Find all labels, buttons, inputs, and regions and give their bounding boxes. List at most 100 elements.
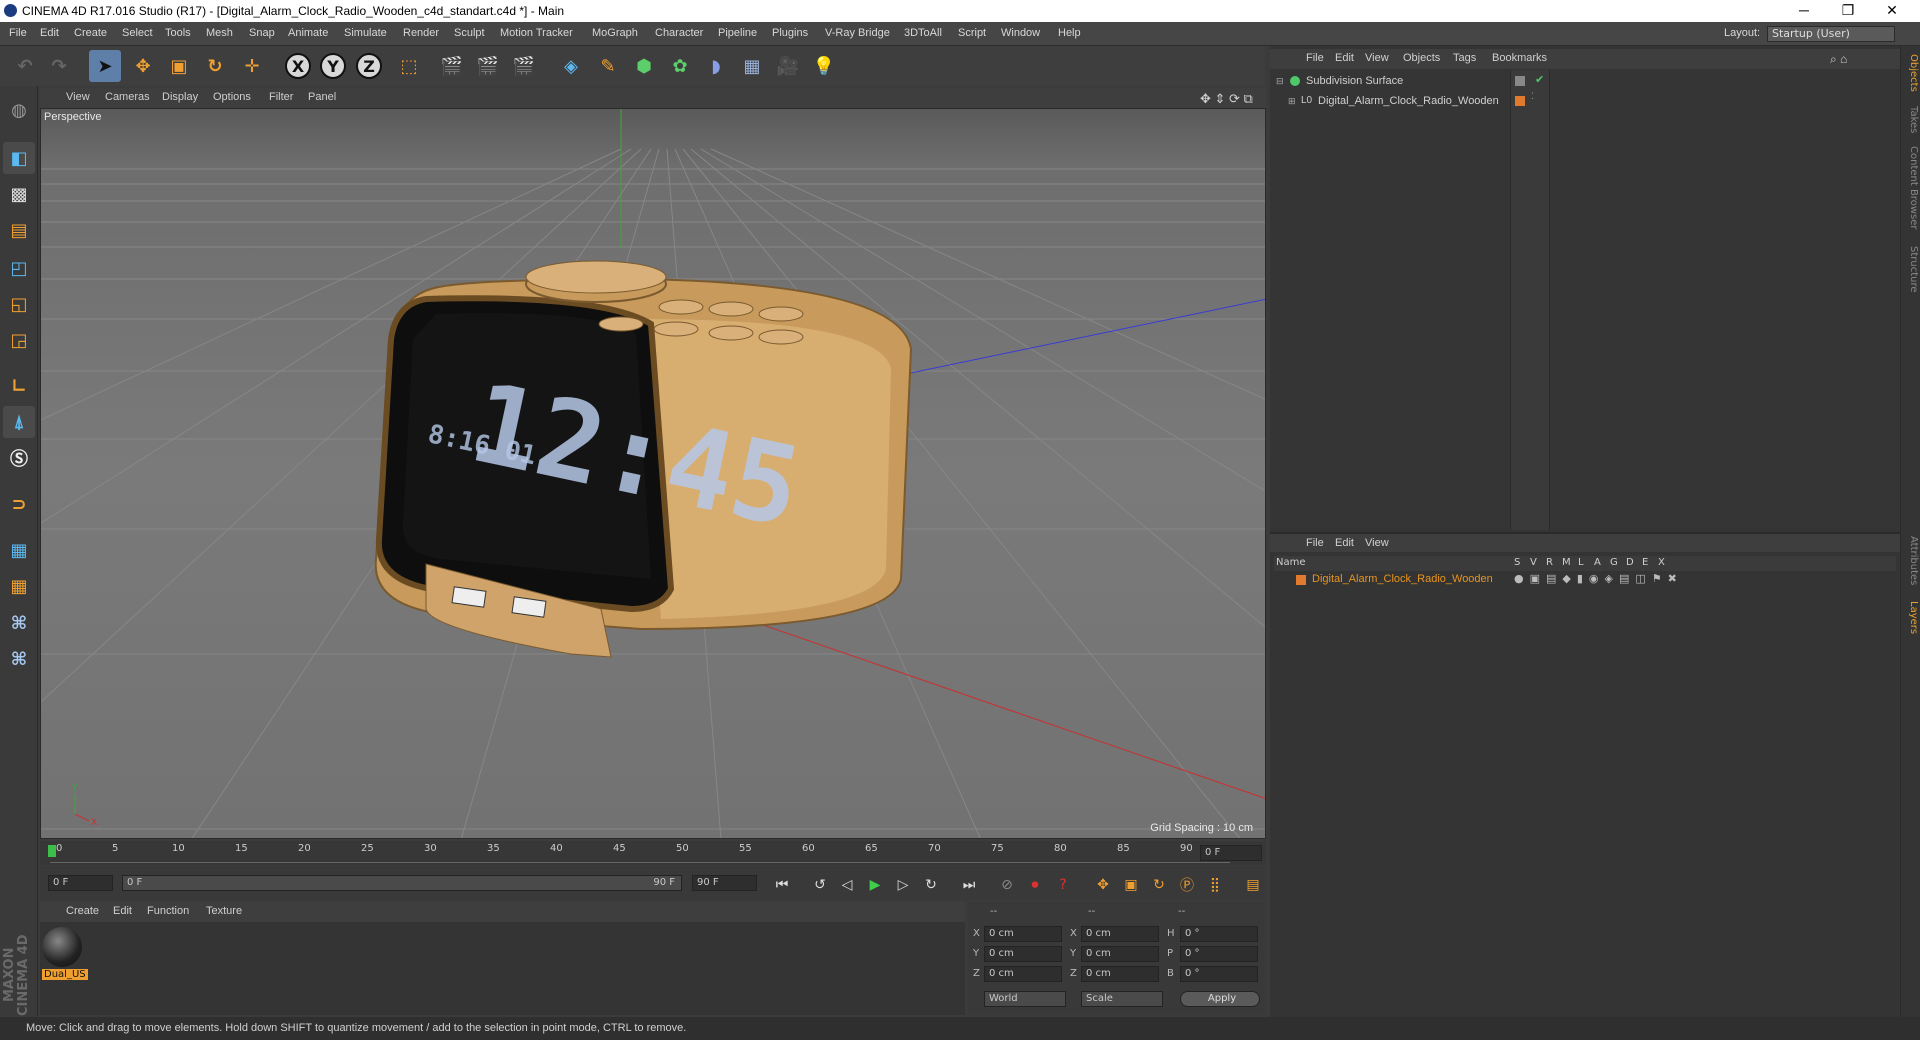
polygons-mode-icon[interactable]: ◲ bbox=[3, 324, 35, 356]
tab-takes[interactable]: Takes bbox=[1903, 106, 1919, 133]
render-picture-viewer-icon[interactable]: 🎬 bbox=[472, 50, 504, 82]
menu-3dtoall[interactable]: 3DToAll bbox=[904, 27, 942, 39]
menu-vray-bridge[interactable]: V-Ray Bridge bbox=[825, 27, 890, 39]
material-menu-texture[interactable]: Texture bbox=[206, 905, 242, 917]
layer-name[interactable]: Digital_Alarm_Clock_Radio_Wooden bbox=[1312, 573, 1493, 585]
maximize-button[interactable]: ❐ bbox=[1826, 0, 1870, 22]
magnet-snap-icon[interactable]: ⊃ bbox=[3, 488, 35, 520]
layer-toggle-icons[interactable]: ●▣▤◆▮◉◈▤◫⚑✖ bbox=[1514, 572, 1683, 585]
render-settings-icon[interactable]: 🎬 bbox=[508, 50, 540, 82]
axis-mode-icon[interactable]: ∟ bbox=[3, 370, 35, 402]
expand-icon[interactable]: ⊞ bbox=[1288, 96, 1296, 107]
material-thumbnail[interactable] bbox=[42, 927, 82, 967]
layout-select[interactable]: Startup (User) bbox=[1767, 26, 1895, 42]
last-tool-icon[interactable]: ✛ bbox=[236, 50, 268, 82]
material-menu-create[interactable]: Create bbox=[66, 905, 99, 917]
material-menu-function[interactable]: Function bbox=[147, 905, 189, 917]
menu-help[interactable]: Help bbox=[1058, 27, 1081, 39]
layer-menu-view[interactable]: View bbox=[1365, 537, 1389, 549]
tab-attributes[interactable]: Attributes bbox=[1903, 536, 1919, 585]
rotate-tool-icon[interactable]: ↻ bbox=[199, 50, 231, 82]
menu-window[interactable]: Window bbox=[1001, 27, 1040, 39]
light-icon[interactable]: 💡 bbox=[808, 50, 840, 82]
python-script-icon[interactable]: ⌘ bbox=[3, 607, 35, 639]
object-menu-bookmarks[interactable]: Bookmarks bbox=[1492, 52, 1547, 64]
menu-snap[interactable]: Snap bbox=[249, 27, 275, 39]
rotation-h-field[interactable]: 0 ° bbox=[1180, 926, 1258, 942]
menu-script[interactable]: Script bbox=[958, 27, 986, 39]
move-tool-icon[interactable]: ✥ bbox=[127, 50, 159, 82]
object-menu-edit[interactable]: Edit bbox=[1335, 52, 1354, 64]
menu-motion-tracker[interactable]: Motion Tracker bbox=[500, 27, 573, 39]
object-menu-tags[interactable]: Tags bbox=[1453, 52, 1476, 64]
collapse-icon[interactable]: ⊟ bbox=[1276, 76, 1284, 87]
undo-icon[interactable]: ↶ bbox=[9, 50, 41, 82]
workplane-lock-icon[interactable]: ▦ bbox=[3, 534, 35, 566]
viewport-menu-display[interactable]: Display bbox=[162, 91, 198, 103]
key-scale-icon[interactable]: ▣ bbox=[1119, 873, 1143, 897]
minimize-button[interactable]: ─ bbox=[1782, 0, 1826, 22]
rotation-p-field[interactable]: 0 ° bbox=[1180, 946, 1258, 962]
viewport-menu-filter[interactable]: Filter bbox=[269, 91, 293, 103]
layer-menu-edit[interactable]: Edit bbox=[1335, 537, 1354, 549]
step-back-icon[interactable]: ◁ bbox=[835, 873, 859, 897]
cube-primitive-icon[interactable]: ◈ bbox=[555, 50, 587, 82]
key-position-icon[interactable]: ✥ bbox=[1091, 873, 1115, 897]
menu-animate[interactable]: Animate bbox=[288, 27, 328, 39]
end-frame-field[interactable]: 90 F bbox=[692, 875, 757, 891]
axis-y-lock[interactable]: Y bbox=[320, 53, 346, 79]
step-forward-icon[interactable]: ▷ bbox=[891, 873, 915, 897]
size-y-field[interactable]: 0 cm bbox=[1081, 946, 1159, 962]
record-active-icon[interactable]: ⏺ bbox=[1023, 873, 1047, 897]
material-name[interactable]: Dual_US bbox=[42, 969, 88, 980]
position-x-field[interactable]: 0 cm bbox=[984, 926, 1062, 942]
autokey-icon[interactable]: ? bbox=[1051, 873, 1075, 897]
tab-structure[interactable]: Structure bbox=[1903, 246, 1919, 293]
record-icon-disabled[interactable]: ⊘ bbox=[995, 873, 1019, 897]
timeline-playhead[interactable] bbox=[48, 845, 56, 857]
object-menu-file[interactable]: File bbox=[1306, 52, 1324, 64]
viewport-nav-icons[interactable]: ✥ ⇕ ⟳ ⧉ bbox=[1200, 91, 1253, 107]
select-arrow-icon[interactable]: ➤ bbox=[89, 50, 121, 82]
timeline-ruler[interactable]: 0 5 10 15 20 25 30 35 40 45 50 55 60 65 … bbox=[40, 841, 1266, 865]
perspective-viewport[interactable]: 12:45 8:16 01 Y X Perspective Grid Spaci… bbox=[40, 108, 1266, 839]
start-frame-field[interactable]: 0 F bbox=[48, 875, 113, 891]
redo-icon[interactable]: ↷ bbox=[43, 50, 75, 82]
menu-edit[interactable]: Edit bbox=[40, 27, 59, 39]
key-param-icon[interactable]: Ⓟ bbox=[1175, 873, 1199, 897]
menu-create[interactable]: Create bbox=[74, 27, 107, 39]
make-editable-icon[interactable]: ◍ bbox=[3, 94, 35, 126]
layer-menu-file[interactable]: File bbox=[1306, 537, 1324, 549]
workplane-snap-icon[interactable]: ▦ bbox=[3, 570, 35, 602]
tweak-mode-icon[interactable]: ⍋ bbox=[3, 406, 35, 438]
subdivision-generator-icon[interactable]: ⬢ bbox=[628, 50, 660, 82]
size-mode-select[interactable]: Scale bbox=[1081, 991, 1163, 1007]
viewport-menu-options[interactable]: Options bbox=[213, 91, 251, 103]
layer-row[interactable]: Digital_Alarm_Clock_Radio_Wooden ●▣▤◆▮◉◈… bbox=[1274, 572, 1896, 588]
size-x-field[interactable]: 0 cm bbox=[1081, 926, 1159, 942]
object-search-icon[interactable]: ⌕ ⌂ bbox=[1830, 52, 1847, 67]
position-y-field[interactable]: 0 cm bbox=[984, 946, 1062, 962]
menu-render[interactable]: Render bbox=[403, 27, 439, 39]
current-frame-field[interactable]: 0 F bbox=[1200, 845, 1262, 861]
points-mode-icon[interactable]: ◰ bbox=[3, 252, 35, 284]
rotation-b-field[interactable]: 0 ° bbox=[1180, 966, 1258, 982]
play-icon[interactable]: ▶ bbox=[863, 873, 887, 897]
menu-mesh[interactable]: Mesh bbox=[206, 27, 233, 39]
material-menu-edit[interactable]: Edit bbox=[113, 905, 132, 917]
menu-mograph[interactable]: MoGraph bbox=[592, 27, 638, 39]
tab-objects[interactable]: Objects bbox=[1903, 54, 1919, 92]
texture-mode-icon[interactable]: ▩ bbox=[3, 178, 35, 210]
go-to-start-icon[interactable]: ⏮ bbox=[770, 873, 794, 897]
workplane-mode-icon[interactable]: ▤ bbox=[3, 214, 35, 246]
object-menu-view[interactable]: View bbox=[1365, 52, 1389, 64]
axis-z-lock[interactable]: Z bbox=[356, 53, 382, 79]
apply-button[interactable]: Apply bbox=[1180, 991, 1260, 1007]
frame-range-slider[interactable]: 0 F 90 F bbox=[122, 875, 682, 891]
coord-mode-select[interactable]: World bbox=[984, 991, 1066, 1007]
close-button[interactable]: ✕ bbox=[1870, 0, 1914, 22]
coordinate-system-icon[interactable]: ⬚ bbox=[393, 50, 425, 82]
layer-color-swatch[interactable] bbox=[1515, 96, 1525, 106]
cloner-icon[interactable]: ✿ bbox=[664, 50, 696, 82]
subdivision-tag-icon[interactable] bbox=[1515, 76, 1525, 86]
